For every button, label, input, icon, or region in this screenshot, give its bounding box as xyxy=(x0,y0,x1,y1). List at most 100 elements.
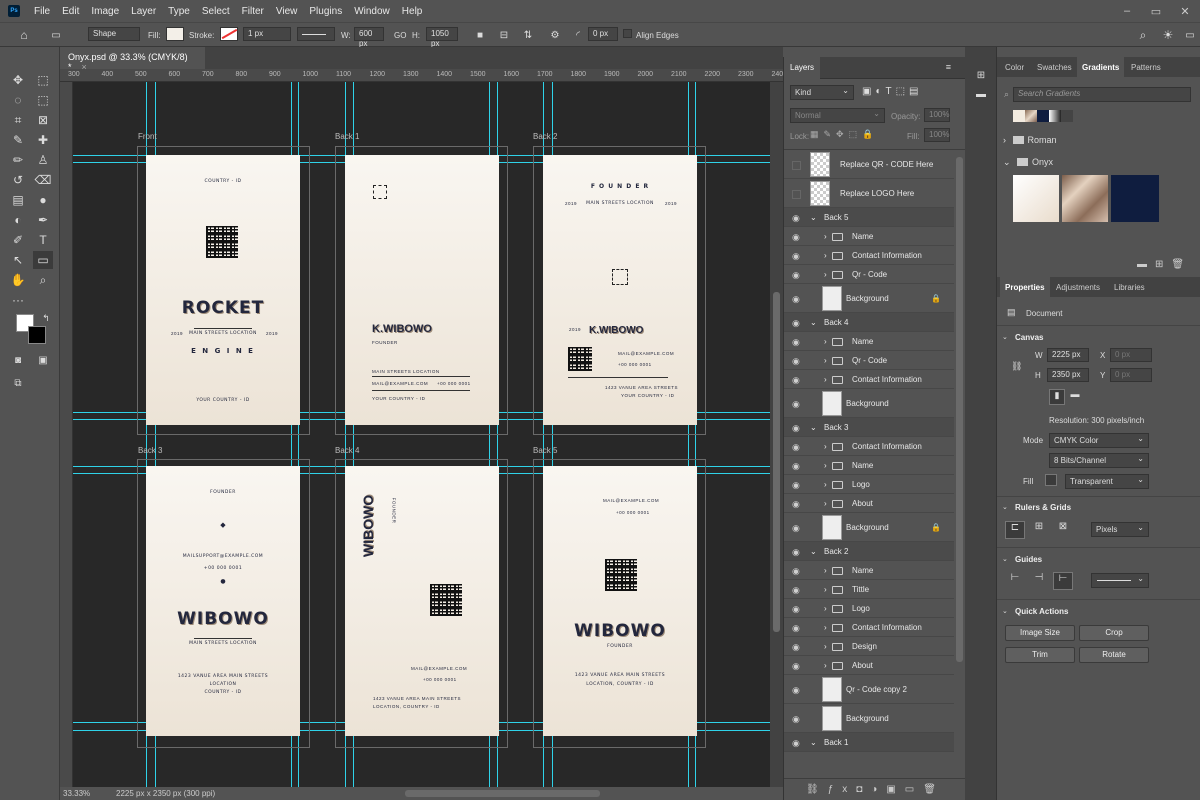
menu-item-plugins[interactable]: Plugins xyxy=(303,6,348,17)
visibility-toggle-empty[interactable] xyxy=(792,189,801,199)
chevron-down-icon[interactable]: ⌄ xyxy=(1002,333,1008,341)
lightbulb-icon[interactable]: ☀ xyxy=(1158,26,1178,44)
tab-color[interactable]: Color xyxy=(1000,57,1029,77)
canvas-section-label[interactable]: Canvas xyxy=(1015,333,1043,342)
smart-guides-icon[interactable]: ⊢ xyxy=(1053,572,1073,590)
chevron-down-icon[interactable]: ⌄ xyxy=(1002,607,1008,615)
maximize-button[interactable]: ▭ xyxy=(1147,2,1165,20)
layer-group-row[interactable]: ◉ ⌄ Back 2 xyxy=(784,542,954,561)
layer-row[interactable]: ◉ › Design xyxy=(784,637,954,656)
shape-mode-select[interactable]: Shape xyxy=(88,27,140,41)
path-arrangement-icon[interactable]: ⇅ xyxy=(518,26,538,44)
menu-item-image[interactable]: Image xyxy=(85,6,125,17)
menu-item-select[interactable]: Select xyxy=(196,6,236,17)
search-icon[interactable]: ⌕ xyxy=(1133,26,1153,44)
gradient-actions-icons[interactable]: ▬⊞🗑 xyxy=(1137,259,1192,270)
corner-radius-icon[interactable]: ◜ xyxy=(568,26,588,44)
trim-button[interactable]: Trim xyxy=(1005,647,1075,663)
chevron-right-icon[interactable]: › xyxy=(824,566,827,575)
chevron-right-icon[interactable]: › xyxy=(824,375,827,384)
gradient-swatch[interactable] xyxy=(1049,110,1061,122)
chevron-right-icon[interactable]: › xyxy=(824,337,827,346)
gradient-swatch[interactable] xyxy=(1037,110,1049,122)
card-back-3[interactable]: FOUNDER ◆ MAILSUPPORT@EXAMPLE.COM +00 00… xyxy=(146,466,300,736)
gradient-group-onyx[interactable]: ⌄ Onyx xyxy=(1003,157,1053,168)
rectangle-tool-icon[interactable]: ▭ xyxy=(33,251,53,269)
layer-actions-icons[interactable]: ⛓ƒx◘◑▣▭🗑 xyxy=(806,784,945,795)
path-operations-icon[interactable]: ■ xyxy=(470,26,490,44)
shape-tool-preset-icon[interactable]: ▭ xyxy=(46,26,66,44)
visibility-eye-icon[interactable]: ◉ xyxy=(792,499,800,510)
layer-row[interactable]: ◉ › Tittle xyxy=(784,580,954,599)
chevron-down-icon[interactable]: ⌄ xyxy=(1002,555,1008,563)
visibility-eye-icon[interactable]: ◉ xyxy=(792,318,800,329)
opacity-field[interactable]: 100% xyxy=(924,108,950,122)
search-gradients-input[interactable]: Search Gradients xyxy=(1013,87,1191,102)
layer-row[interactable]: ◉ › Name xyxy=(784,561,954,580)
stamp-tool-icon[interactable]: ♙ xyxy=(33,151,53,169)
gradient-tool-icon[interactable]: ▤ xyxy=(8,191,28,209)
artboard-label-back3[interactable]: Back 3 xyxy=(138,446,162,455)
layer-row[interactable]: ◉ › Contact Information xyxy=(784,437,954,456)
history-icon[interactable]: ⊞ xyxy=(971,66,991,84)
artboard-label-back1[interactable]: Back 1 xyxy=(335,132,359,141)
card-front[interactable]: COUNTRY - ID ROCKET MAIN STREETS LOCATIO… xyxy=(146,155,300,425)
dodge-tool-icon[interactable]: ◐ xyxy=(8,211,28,229)
more-tools-icon[interactable]: ··· xyxy=(8,291,28,309)
menu-item-type[interactable]: Type xyxy=(162,6,196,17)
canvas-x-field[interactable]: 0 px xyxy=(1110,348,1152,362)
visibility-eye-icon[interactable]: ◉ xyxy=(792,356,800,367)
background-color-swatch[interactable] xyxy=(28,326,46,344)
link-icon[interactable]: ⛓ xyxy=(1011,361,1022,372)
artboard-label-back2[interactable]: Back 2 xyxy=(533,132,557,141)
lock-icon[interactable]: 🔒 xyxy=(931,294,941,303)
layer-row[interactable]: ◉ Background 🔒 xyxy=(784,513,954,542)
gradient-onyx-cream[interactable] xyxy=(1013,175,1059,222)
layer-row[interactable]: ◉ Background 🔒 xyxy=(784,284,954,313)
height-field[interactable]: 1050 px xyxy=(426,27,458,48)
menu-item-filter[interactable]: Filter xyxy=(236,6,270,17)
document-size-info[interactable]: 2225 px x 2350 px (300 ppi) xyxy=(116,789,215,798)
gear-icon[interactable]: ⚙ xyxy=(545,26,565,44)
path-alignment-icon[interactable]: ⊟ xyxy=(494,26,514,44)
filter-kind-select[interactable]: Kind xyxy=(790,85,854,100)
chevron-down-icon[interactable]: ⌄ xyxy=(810,547,817,556)
crop-tool-icon[interactable]: ⌗ xyxy=(8,111,28,129)
move-tool-icon[interactable]: ✥ xyxy=(8,71,28,89)
layer-group-row[interactable]: ◉ ⌄ Back 4 xyxy=(784,313,954,332)
visibility-eye-icon[interactable]: ◉ xyxy=(792,461,800,472)
home-icon[interactable]: ⌂ xyxy=(14,26,34,44)
lasso-tool-icon[interactable]: ◌ xyxy=(8,91,28,109)
layer-row[interactable]: ◉ › Name xyxy=(784,227,954,246)
chevron-right-icon[interactable]: › xyxy=(824,499,827,508)
chevron-right-icon[interactable]: › xyxy=(824,480,827,489)
blend-mode-select[interactable]: Normal xyxy=(790,108,885,123)
chevron-right-icon[interactable]: › xyxy=(824,232,827,241)
visibility-eye-icon[interactable]: ◉ xyxy=(792,604,800,615)
image-size-button[interactable]: Image Size xyxy=(1005,625,1075,641)
artboard-label-front[interactable]: Front xyxy=(138,132,157,141)
layer-row[interactable]: ◉ › Contact Information xyxy=(784,246,954,265)
chevron-down-icon[interactable]: ⌄ xyxy=(810,213,817,222)
chevron-right-icon[interactable]: › xyxy=(824,461,827,470)
chevron-right-icon[interactable]: › xyxy=(824,623,827,632)
gradient-swatch[interactable] xyxy=(1061,110,1073,122)
pen-tool-icon-2[interactable]: ✐ xyxy=(8,231,28,249)
fill-field[interactable]: 100% xyxy=(924,128,950,142)
tab-properties[interactable]: Properties xyxy=(1000,277,1050,297)
visibility-eye-icon[interactable]: ◉ xyxy=(792,523,800,534)
layer-row[interactable]: ◉ › About xyxy=(784,656,954,675)
eraser-icon[interactable]: ⌫ xyxy=(33,171,53,189)
visibility-eye-icon[interactable]: ◉ xyxy=(792,566,800,577)
layer-row[interactable]: ◉ › Logo xyxy=(784,599,954,618)
visibility-eye-icon[interactable]: ◉ xyxy=(792,232,800,243)
layer-group-row[interactable]: ◉ ⌄ Back 3 xyxy=(784,418,954,437)
frame-tool-icon[interactable]: ⊠ xyxy=(33,111,53,129)
visibility-eye-icon[interactable]: ◉ xyxy=(792,270,800,281)
visibility-eye-icon[interactable]: ◉ xyxy=(792,547,800,558)
align-edges-checkbox[interactable] xyxy=(623,29,632,38)
zoom-tool-icon[interactable]: ⌕ xyxy=(33,271,53,289)
gradient-swatch[interactable] xyxy=(1025,110,1037,122)
eyedropper-icon[interactable]: ✎ xyxy=(8,131,28,149)
rotate-button[interactable]: Rotate xyxy=(1079,647,1149,663)
